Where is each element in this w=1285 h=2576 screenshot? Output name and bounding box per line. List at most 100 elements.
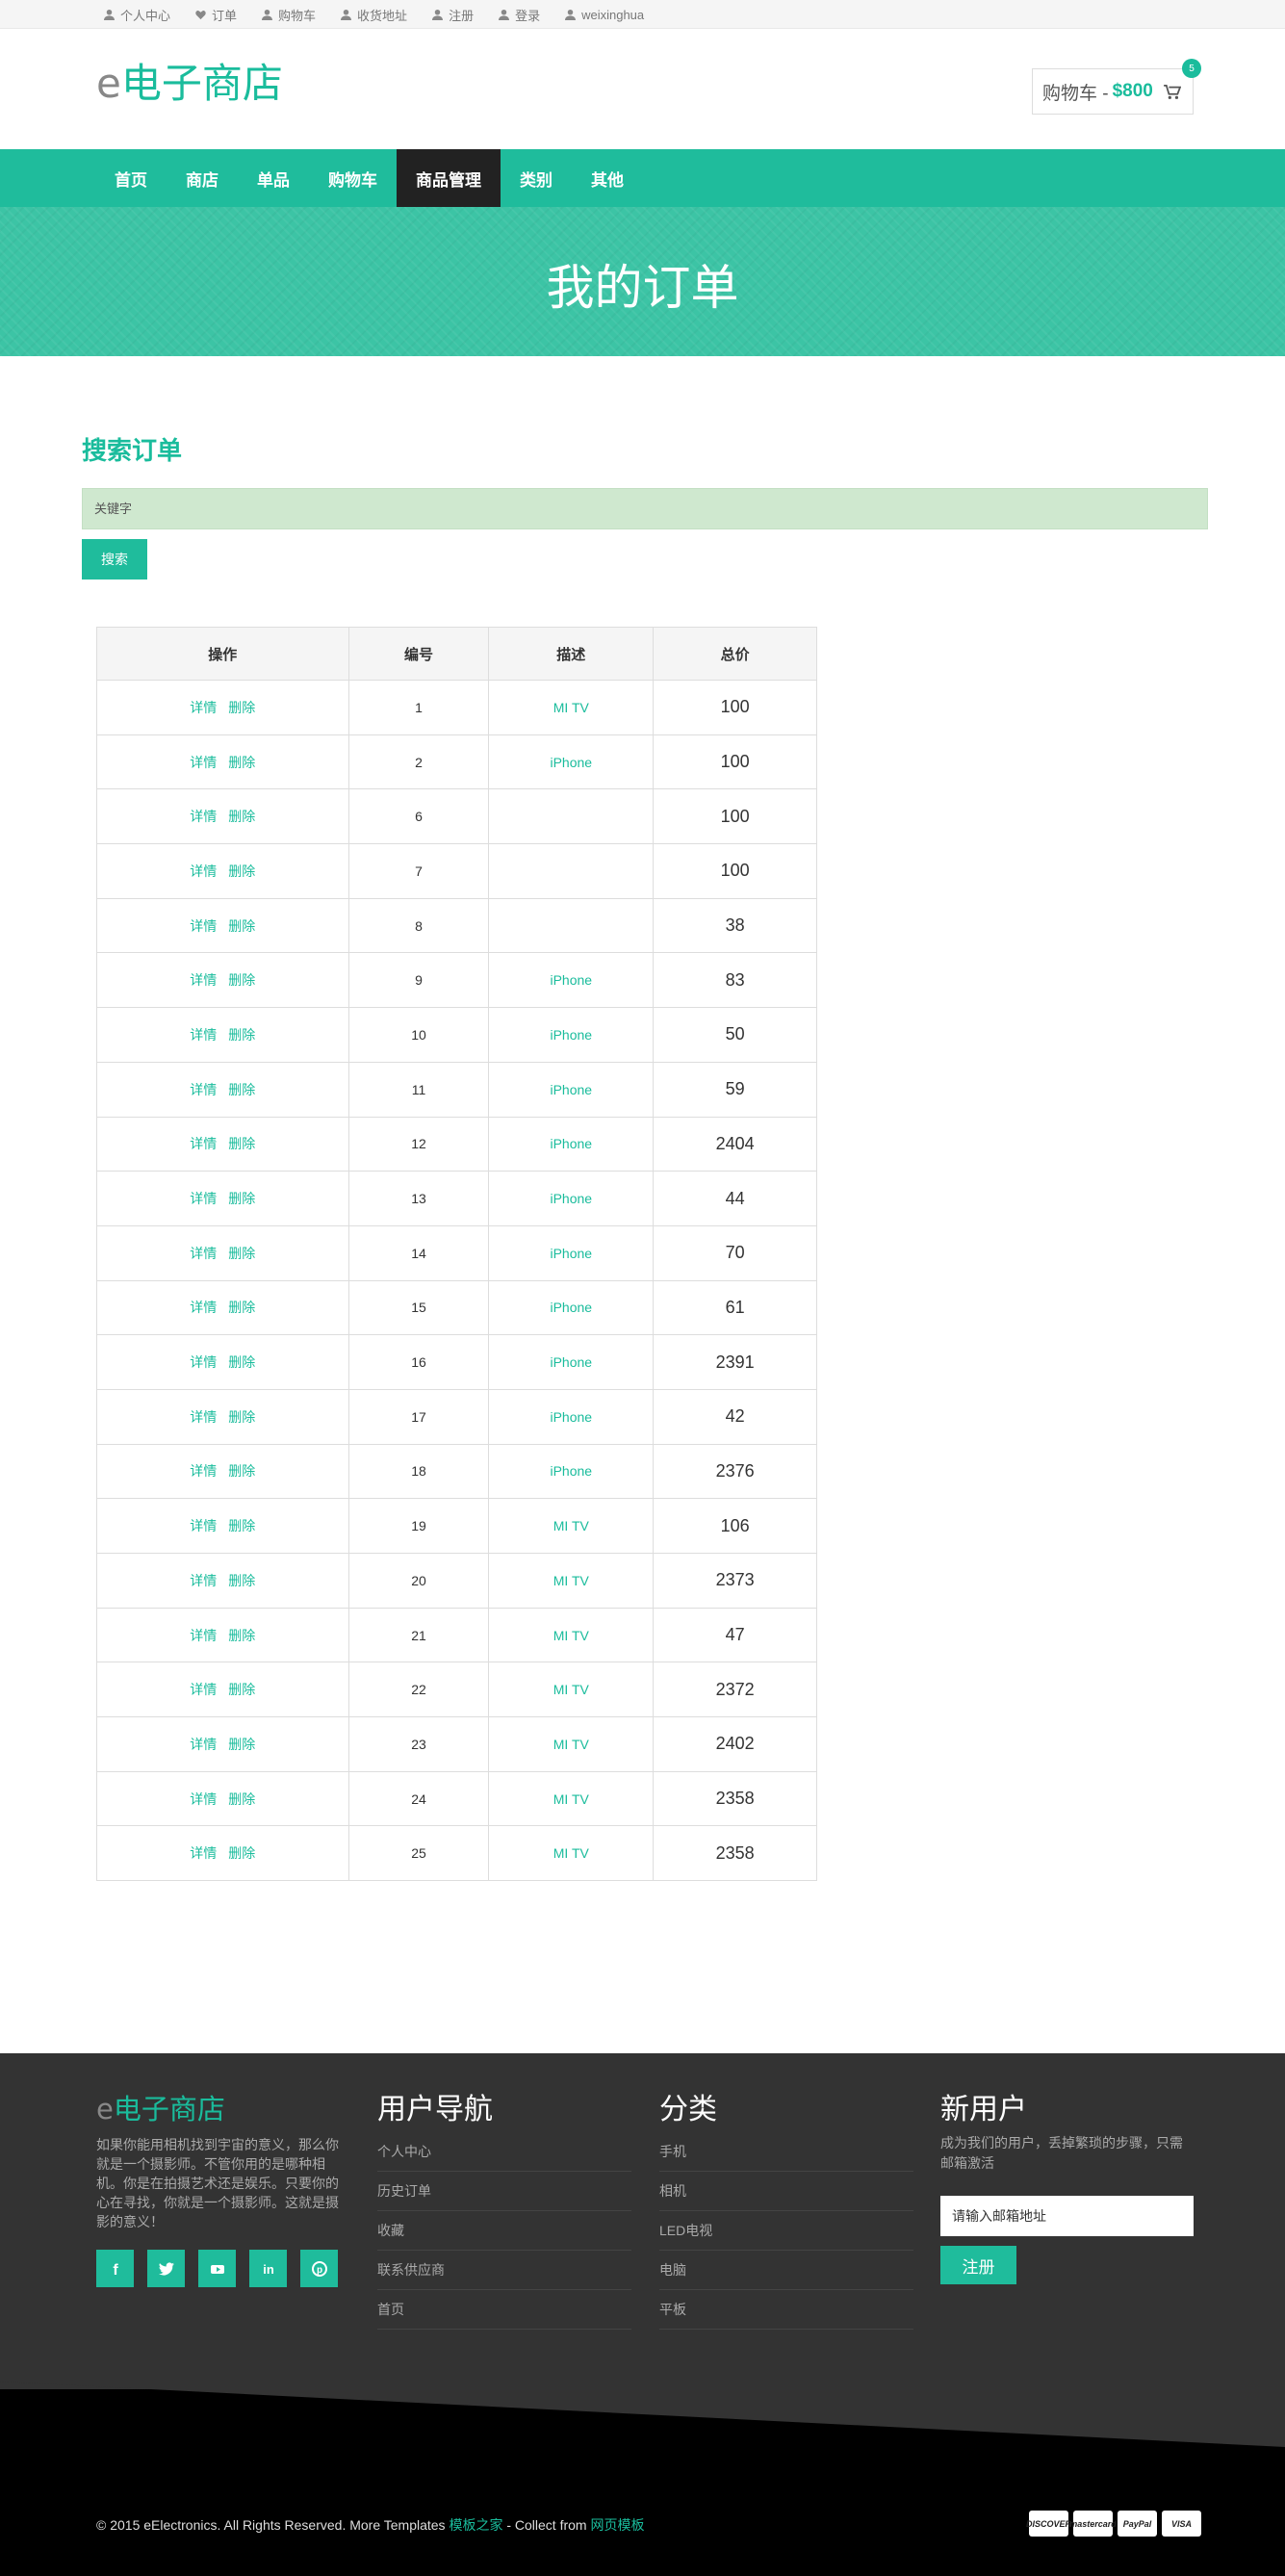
- top-link-5[interactable]: 登录: [499, 6, 540, 24]
- row-desc[interactable]: MI TV: [488, 1825, 655, 1882]
- site-logo[interactable]: e电子商店: [96, 64, 283, 104]
- row-desc[interactable]: iPhone: [488, 1388, 655, 1445]
- delete-link[interactable]: 删除: [228, 1136, 255, 1151]
- nav-item-2[interactable]: 单品: [238, 149, 309, 207]
- copyright-link-templates[interactable]: 模板之家: [449, 2517, 502, 2533]
- detail-link[interactable]: 详情: [190, 1628, 217, 1643]
- row-desc[interactable]: iPhone: [488, 1171, 655, 1226]
- row-desc[interactable]: iPhone: [488, 734, 655, 790]
- newsletter-email-input[interactable]: [940, 2196, 1194, 2236]
- footer-link[interactable]: 平板: [659, 2290, 913, 2330]
- nav-item-5[interactable]: 类别: [501, 149, 572, 207]
- detail-link[interactable]: 详情: [190, 1082, 217, 1097]
- footer-link[interactable]: 手机: [659, 2132, 913, 2172]
- delete-link[interactable]: 删除: [228, 1246, 255, 1261]
- top-link-2[interactable]: 购物车: [262, 6, 316, 24]
- row-desc[interactable]: MI TV: [488, 1662, 655, 1718]
- row-desc[interactable]: iPhone: [488, 1279, 655, 1336]
- row-desc[interactable]: [488, 788, 655, 845]
- detail-link[interactable]: 详情: [190, 1191, 217, 1206]
- nav-item-3[interactable]: 购物车: [309, 149, 397, 207]
- delete-link[interactable]: 删除: [228, 918, 255, 934]
- delete-link[interactable]: 删除: [228, 1191, 255, 1206]
- detail-link[interactable]: 详情: [190, 1354, 217, 1370]
- detail-link[interactable]: 详情: [190, 1845, 217, 1861]
- detail-link[interactable]: 详情: [190, 1246, 217, 1261]
- delete-link[interactable]: 删除: [228, 700, 255, 715]
- footer-link[interactable]: LED电视: [659, 2211, 913, 2251]
- footer-link[interactable]: 联系供应商: [377, 2251, 631, 2290]
- detail-link[interactable]: 详情: [190, 918, 217, 934]
- top-link-6[interactable]: weixinghua: [565, 8, 644, 22]
- nav-item-0[interactable]: 首页: [95, 149, 167, 207]
- detail-link[interactable]: 详情: [190, 1300, 217, 1315]
- detail-link[interactable]: 详情: [190, 1463, 217, 1479]
- linkedin-button[interactable]: in: [249, 2250, 287, 2287]
- delete-link[interactable]: 删除: [228, 1737, 255, 1752]
- row-desc[interactable]: iPhone: [488, 1334, 655, 1390]
- footer-link[interactable]: 收藏: [377, 2211, 631, 2251]
- nav-item-1[interactable]: 商店: [167, 149, 238, 207]
- detail-link[interactable]: 详情: [190, 863, 217, 879]
- detail-link[interactable]: 详情: [190, 1573, 217, 1588]
- delete-link[interactable]: 删除: [228, 809, 255, 824]
- detail-link[interactable]: 详情: [190, 755, 217, 770]
- row-desc[interactable]: [488, 897, 655, 954]
- top-link-3[interactable]: 收货地址: [341, 6, 407, 24]
- delete-link[interactable]: 删除: [228, 1409, 255, 1425]
- top-link-4[interactable]: 注册: [432, 6, 474, 24]
- search-button[interactable]: 搜索: [82, 539, 147, 580]
- detail-link[interactable]: 详情: [190, 809, 217, 824]
- detail-link[interactable]: 详情: [190, 1027, 217, 1043]
- delete-link[interactable]: 删除: [228, 1027, 255, 1043]
- row-desc[interactable]: MI TV: [488, 1607, 655, 1663]
- delete-link[interactable]: 删除: [228, 1573, 255, 1588]
- detail-link[interactable]: 详情: [190, 972, 217, 988]
- detail-link[interactable]: 详情: [190, 1136, 217, 1151]
- row-desc[interactable]: MI TV: [488, 1716, 655, 1772]
- footer-link[interactable]: 相机: [659, 2172, 913, 2211]
- delete-link[interactable]: 删除: [228, 1845, 255, 1861]
- delete-link[interactable]: 删除: [228, 1300, 255, 1315]
- delete-link[interactable]: 删除: [228, 1082, 255, 1097]
- row-desc[interactable]: MI TV: [488, 1498, 655, 1554]
- row-desc[interactable]: MI TV: [488, 680, 655, 735]
- nav-item-6[interactable]: 其他: [572, 149, 643, 207]
- row-desc[interactable]: iPhone: [488, 1224, 655, 1281]
- delete-link[interactable]: 删除: [228, 972, 255, 988]
- delete-link[interactable]: 删除: [228, 1628, 255, 1643]
- row-desc[interactable]: iPhone: [488, 1116, 655, 1172]
- row-desc[interactable]: iPhone: [488, 952, 655, 1009]
- detail-link[interactable]: 详情: [190, 1409, 217, 1425]
- delete-link[interactable]: 删除: [228, 1463, 255, 1479]
- footer-link[interactable]: 个人中心: [377, 2132, 631, 2172]
- header-cart[interactable]: 购物车 - $800: [1032, 68, 1194, 115]
- delete-link[interactable]: 删除: [228, 1682, 255, 1697]
- search-input[interactable]: [82, 488, 1208, 529]
- nav-item-4[interactable]: 商品管理: [397, 149, 501, 207]
- footer-link[interactable]: 历史订单: [377, 2172, 631, 2211]
- top-link-0[interactable]: 个人中心: [104, 6, 170, 24]
- delete-link[interactable]: 删除: [228, 1518, 255, 1533]
- detail-link[interactable]: 详情: [190, 1791, 217, 1807]
- twitter-button[interactable]: [147, 2250, 185, 2287]
- pinterest-button[interactable]: p: [300, 2250, 338, 2287]
- detail-link[interactable]: 详情: [190, 700, 217, 715]
- detail-link[interactable]: 详情: [190, 1682, 217, 1697]
- delete-link[interactable]: 删除: [228, 755, 255, 770]
- row-desc[interactable]: iPhone: [488, 1007, 655, 1063]
- row-desc[interactable]: MI TV: [488, 1553, 655, 1609]
- delete-link[interactable]: 删除: [228, 1791, 255, 1807]
- row-desc[interactable]: MI TV: [488, 1770, 655, 1827]
- row-desc[interactable]: iPhone: [488, 1061, 655, 1118]
- footer-link[interactable]: 电脑: [659, 2251, 913, 2290]
- detail-link[interactable]: 详情: [190, 1518, 217, 1533]
- footer-link[interactable]: 首页: [377, 2290, 631, 2330]
- top-link-1[interactable]: 订单: [195, 6, 237, 24]
- row-desc[interactable]: [488, 843, 655, 899]
- newsletter-register-button[interactable]: 注册: [940, 2246, 1016, 2284]
- facebook-button[interactable]: f: [96, 2250, 134, 2287]
- detail-link[interactable]: 详情: [190, 1737, 217, 1752]
- delete-link[interactable]: 删除: [228, 863, 255, 879]
- copyright-link-webtemplates[interactable]: 网页模板: [590, 2517, 644, 2533]
